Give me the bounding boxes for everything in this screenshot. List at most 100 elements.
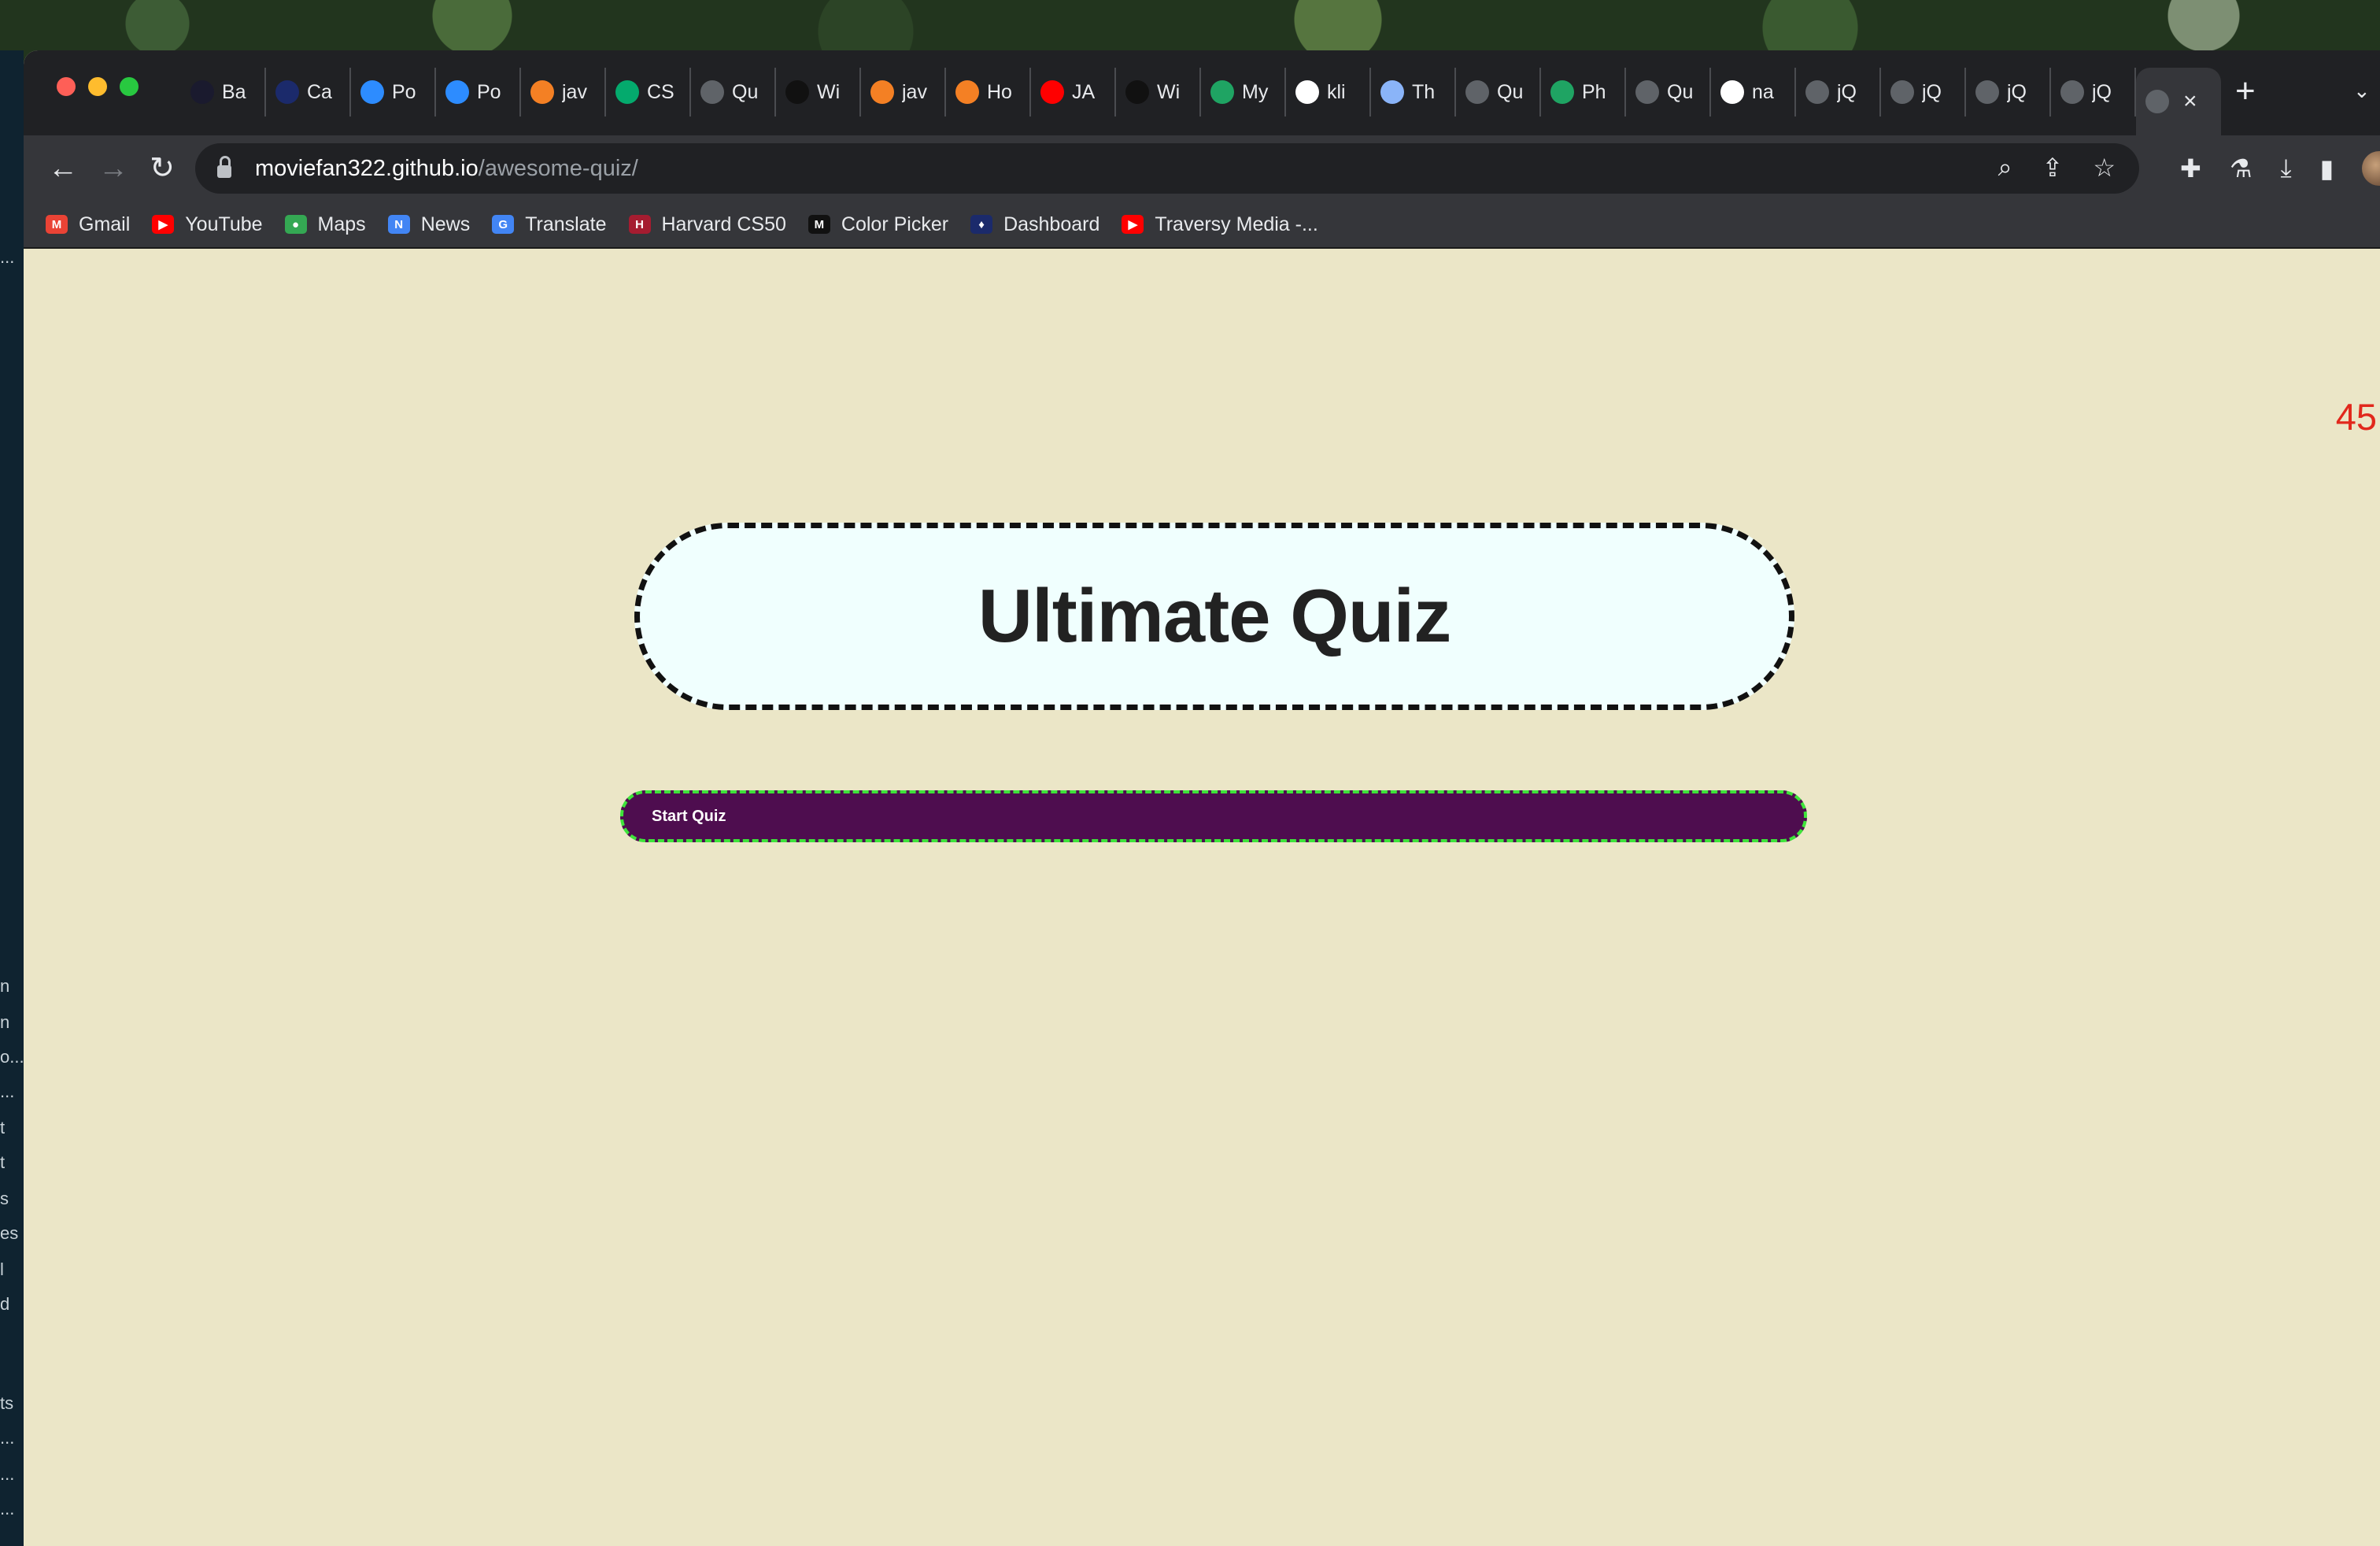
google-icon <box>1720 80 1744 104</box>
drive-icon <box>1550 80 1574 104</box>
tab-title: jQ <box>1922 80 1942 103</box>
address-bar[interactable]: moviefan322.github.io/awesome-quiz/ ⌕ ⇪ … <box>195 143 2139 194</box>
share-icon[interactable]: ⇪ <box>2042 153 2064 183</box>
globe-icon <box>1890 80 1914 104</box>
globe-icon <box>1975 80 1999 104</box>
bookmark-item[interactable]: M Color Picker <box>808 213 948 236</box>
tab-6[interactable]: Qu <box>691 68 776 117</box>
tab-11[interactable]: Wi <box>1116 68 1201 117</box>
address-bar-actions: ⌕ ⇪ ☆ <box>1998 153 2116 183</box>
tab-14[interactable]: Th <box>1371 68 1456 117</box>
tab-12[interactable]: My <box>1201 68 1286 117</box>
tab-title: Qu <box>732 80 759 103</box>
tab-search-chevron-icon[interactable]: ⌄ <box>2353 79 2371 103</box>
tab-20[interactable]: jQ <box>1881 68 1966 117</box>
globe-icon <box>700 80 724 104</box>
editor-text-fragment: d <box>0 1294 10 1314</box>
tab-22[interactable]: jQ <box>2051 68 2136 117</box>
loading-icon <box>1380 80 1404 104</box>
new-tab-button[interactable]: + <box>2235 74 2256 109</box>
editor-text-fragment: ts <box>0 1393 14 1413</box>
maximize-window-button[interactable] <box>120 77 139 96</box>
back-button[interactable]: ← <box>44 150 82 187</box>
lock-icon[interactable] <box>217 156 231 178</box>
bookmark-item[interactable]: H Harvard CS50 <box>628 213 786 236</box>
tab-title: Wi <box>817 80 841 103</box>
zoom-icon[interactable]: ⌕ <box>1998 153 2012 183</box>
editor-text-fragment: ... <box>0 1082 15 1101</box>
background-editor-window: ... n n o...... t t s es l d ts......... <box>0 50 24 1546</box>
bookmarks-bar: M Gmail ▶ YouTube ● Maps N News G Translate H Harva… <box>24 202 2380 249</box>
mdn-icon <box>1125 80 1149 104</box>
tab-7[interactable]: Wi <box>776 68 861 117</box>
start-quiz-button[interactable]: Start Quiz <box>620 790 1807 842</box>
tab-17[interactable]: Qu <box>1626 68 1711 117</box>
editor-text-fragment: ... <box>0 1428 15 1448</box>
minimize-window-button[interactable] <box>88 77 107 96</box>
reload-button[interactable]: ↻ <box>143 150 181 187</box>
tab-active[interactable]: × <box>2136 68 2221 135</box>
globe-icon <box>1465 80 1489 104</box>
mdn-icon: M <box>808 215 830 234</box>
tab-strip: Ba Ca Po Po jav CS Qu Wi jav Ho JA Wi My kli Th Qu Ph Qu n… <box>24 50 2380 135</box>
tab-9[interactable]: Ho <box>946 68 1031 117</box>
bookmark-item[interactable]: ▶ Traversy Media -... <box>1122 213 1318 236</box>
tab-0[interactable]: Ba <box>181 68 266 117</box>
tab-title: jQ <box>2092 80 2112 103</box>
title-banner: Ultimate Quiz <box>634 523 1794 710</box>
tab-title: jav <box>902 80 927 103</box>
youtube-icon: ▶ <box>152 215 175 234</box>
tab-15[interactable]: Qu <box>1456 68 1541 117</box>
drive-icon <box>1210 80 1234 104</box>
tab-title: Ph <box>1582 80 1606 103</box>
bookmark-item[interactable]: ● Maps <box>284 213 366 236</box>
bookmark-item[interactable]: ▶ YouTube <box>152 213 263 236</box>
editor-text-fragment: t <box>0 1118 6 1137</box>
download-icon[interactable]: ⤓ <box>2281 153 2292 183</box>
bookmark-label: Gmail <box>79 213 131 235</box>
quiz-timer: 45 <box>2335 396 2377 438</box>
extensions-puzzle-icon[interactable]: ✚ <box>2180 153 2201 183</box>
zoom-icon <box>445 80 469 104</box>
tab-13[interactable]: kli <box>1286 68 1371 117</box>
editor-text-fragment: n <box>0 976 10 996</box>
tab-8[interactable]: jav <box>861 68 946 117</box>
harvard-icon: H <box>628 215 651 234</box>
stackoverflow-icon <box>870 80 894 104</box>
bookmark-item[interactable]: G Translate <box>492 213 607 236</box>
tab-title: JA <box>1072 80 1096 103</box>
tab-5[interactable]: CS <box>606 68 691 117</box>
bookmark-item[interactable]: N News <box>387 213 471 236</box>
profile-avatar[interactable] <box>2362 151 2380 186</box>
tab-19[interactable]: jQ <box>1796 68 1881 117</box>
dashboard-icon <box>275 80 299 104</box>
tab-4[interactable]: jav <box>521 68 606 117</box>
editor-text-fragment: ... <box>0 1499 15 1518</box>
side-panel-icon[interactable]: ▮ <box>2320 153 2334 183</box>
forward-button[interactable]: → <box>94 150 132 187</box>
tab-title: CS <box>647 80 674 103</box>
close-tab-icon[interactable]: × <box>2183 88 2197 115</box>
tab-title: Wi <box>1157 80 1181 103</box>
tab-3[interactable]: Po <box>436 68 521 117</box>
tab-title: jQ <box>2007 80 2027 103</box>
tab-1[interactable]: Ca <box>266 68 351 117</box>
close-window-button[interactable] <box>57 77 76 96</box>
bookmark-item[interactable]: ♦ Dashboard <box>970 213 1099 236</box>
bookmark-label: News <box>420 213 471 235</box>
stackoverflow-icon <box>530 80 554 104</box>
tab-18[interactable]: na <box>1711 68 1796 117</box>
bookmark-item[interactable]: M Gmail <box>46 213 130 236</box>
tab-title: Ho <box>987 80 1012 103</box>
browser-toolbar: ← → ↻ moviefan322.github.io/awesome-quiz… <box>24 135 2380 202</box>
tab-2[interactable]: Po <box>351 68 436 117</box>
google-icon <box>1295 80 1319 104</box>
bookmark-label: Harvard CS50 <box>661 213 786 235</box>
tab-10[interactable]: JA <box>1031 68 1116 117</box>
tab-16[interactable]: Ph <box>1541 68 1626 117</box>
labs-flask-icon[interactable]: ⚗ <box>2230 153 2252 183</box>
bookmark-star-icon[interactable]: ☆ <box>2093 153 2116 183</box>
tab-21[interactable]: jQ <box>1966 68 2051 117</box>
dashboard-icon: ♦ <box>970 215 993 234</box>
news-icon: N <box>387 215 410 234</box>
